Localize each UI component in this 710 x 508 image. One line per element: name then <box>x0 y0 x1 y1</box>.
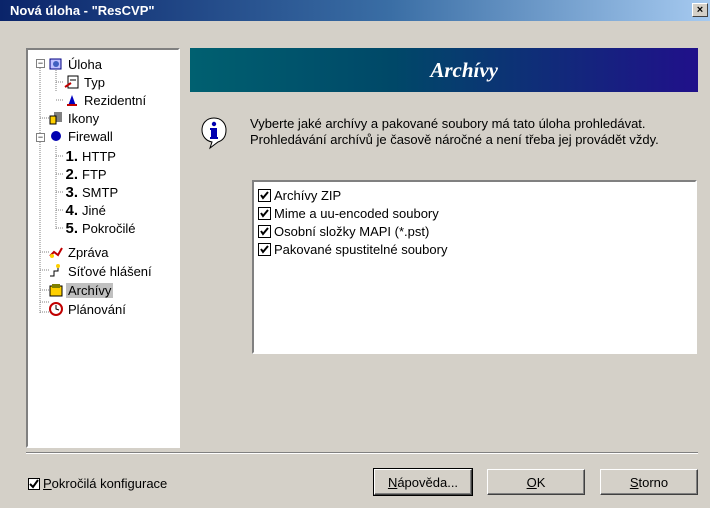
archive-types-list[interactable]: Archívy ZIP Mime a uu-encoded soubory Os… <box>252 180 697 354</box>
resident-icon <box>64 92 80 108</box>
tree-item-label: FTP <box>82 166 107 182</box>
expand-toggle-firewall[interactable]: − <box>36 133 45 142</box>
tree-item-label: HTTP <box>82 148 116 164</box>
tree-item-label: Jiné <box>82 202 106 218</box>
task-icon <box>48 56 64 72</box>
pokrocile-number: 5. <box>65 219 78 237</box>
ok-button[interactable]: OK <box>487 469 585 495</box>
tree-item-smtp[interactable]: 3. SMTP <box>62 183 120 201</box>
tree-item-archivy[interactable]: Archívy <box>48 281 114 299</box>
tree-item-label: Firewall <box>68 128 113 144</box>
expand-toggle-uloha[interactable]: − <box>36 59 45 68</box>
tree-item-uloha[interactable]: Úloha <box>48 55 104 73</box>
advanced-config-label: Pokročilá konfigurace <box>43 476 168 491</box>
advanced-config-checkbox[interactable]: Pokročilá konfigurace <box>28 476 167 491</box>
tree-item-firewall[interactable]: Firewall <box>48 127 115 145</box>
icons-icon <box>48 110 64 126</box>
tree-item-label: Zpráva <box>68 244 109 260</box>
tree-item-label: Úloha <box>68 56 102 72</box>
separator <box>26 452 698 454</box>
tree-item-label: Rezidentní <box>84 92 147 108</box>
tree-item-sitove-hlaseni[interactable]: Síťové hlášení <box>48 262 154 280</box>
tree-item-label: SMTP <box>82 184 119 200</box>
archive-option-zip[interactable]: Archívy ZIP <box>258 186 341 204</box>
archive-option-mapi[interactable]: Osobní složky MAPI (*.pst) <box>258 222 429 240</box>
option-label: Mime a uu-encoded soubory <box>274 205 439 221</box>
option-label: Archívy ZIP <box>274 187 342 203</box>
archive-option-mime[interactable]: Mime a uu-encoded soubory <box>258 204 439 222</box>
section-title: Archívy <box>430 58 498 82</box>
tree-item-zprava[interactable]: Zpráva <box>48 243 110 261</box>
checkbox[interactable] <box>258 224 271 238</box>
jine-number: 4. <box>65 201 78 219</box>
help-button[interactable]: Nápověda... <box>373 468 473 496</box>
message-icon <box>48 244 64 260</box>
description-text: Vyberte jaké archívy a pakované soubory … <box>250 116 659 147</box>
type-icon <box>64 74 80 90</box>
tree-item-label: Plánování <box>68 301 126 317</box>
tree-item-label: Typ <box>84 74 105 90</box>
checkbox[interactable] <box>258 188 271 202</box>
window-title: Nová úloha - "ResCVP" <box>10 3 155 18</box>
network-report-icon <box>48 263 64 279</box>
schedule-icon <box>48 301 64 317</box>
tree-item-pokrocile[interactable]: 5. Pokročilé <box>62 219 137 237</box>
tree-item-label: Archívy <box>66 282 114 298</box>
tree-item-ftp[interactable]: 2. FTP <box>62 165 109 183</box>
checkbox[interactable] <box>28 477 40 490</box>
firewall-icon <box>48 128 64 144</box>
checkbox[interactable] <box>258 206 271 220</box>
tree-item-typ[interactable]: Typ <box>64 73 107 91</box>
ftp-number: 2. <box>65 165 78 183</box>
tree-item-http[interactable]: 1. HTTP <box>62 147 118 165</box>
tree-item-jine[interactable]: 4. Jiné <box>62 201 108 219</box>
smtp-number: 3. <box>65 183 78 201</box>
option-label: Pakované spustitelné soubory <box>274 241 448 257</box>
http-number: 1. <box>65 147 78 165</box>
close-button[interactable]: × <box>692 3 708 17</box>
dialog-window: Nová úloha - "ResCVP" × − − Úloha Typ Re… <box>0 0 710 508</box>
tree-item-ikony[interactable]: Ikony <box>48 109 101 127</box>
archive-icon <box>48 282 64 298</box>
tree-item-label: Pokročilé <box>82 220 136 236</box>
tree-item-planovani[interactable]: Plánování <box>48 300 128 318</box>
tree-item-label: Síťové hlášení <box>68 263 152 279</box>
title-bar[interactable]: Nová úloha - "ResCVP" × <box>0 0 710 21</box>
cancel-button[interactable]: Storno <box>600 469 698 495</box>
tree-item-label: Ikony <box>68 110 100 126</box>
archive-option-packed-exe[interactable]: Pakované spustitelné soubory <box>258 240 447 258</box>
section-header: Archívy <box>190 48 698 92</box>
tree-item-rezidentni[interactable]: Rezidentní <box>64 91 148 109</box>
category-tree[interactable]: − − Úloha Typ Rezidentní Ikony Firewall … <box>26 48 180 448</box>
option-label: Osobní složky MAPI (*.pst) <box>274 223 430 239</box>
checkbox[interactable] <box>258 242 271 256</box>
info-icon <box>200 116 228 153</box>
